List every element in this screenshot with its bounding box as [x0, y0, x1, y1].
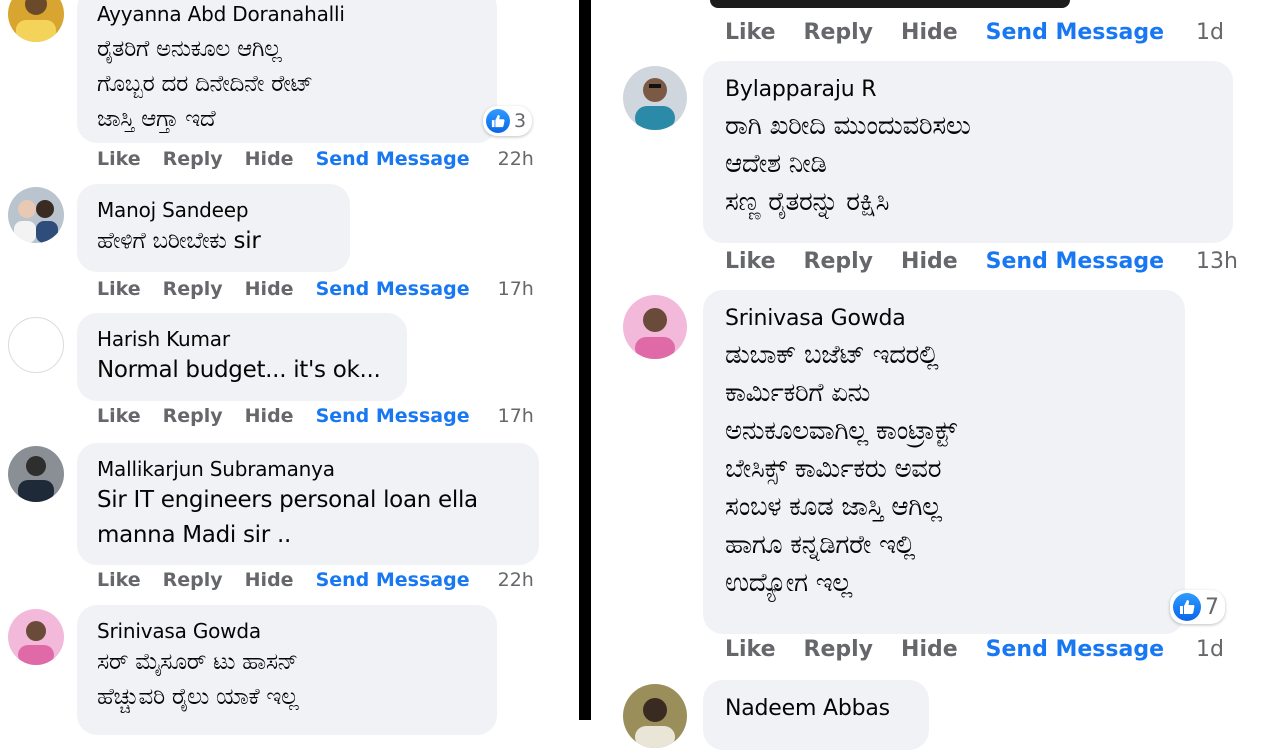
comment-text: ಹೇಳಿಗೆ ಬರೀಬೇಕು sir	[97, 228, 261, 254]
comment-author[interactable]: Manoj Sandeep	[97, 198, 330, 222]
comment-bubble: Mallikarjun Subramanya Sir IT engineers …	[77, 443, 539, 565]
like-button[interactable]: Like	[97, 278, 141, 300]
send-message-button[interactable]: Send Message	[316, 569, 470, 591]
send-message-button[interactable]: Send Message	[316, 278, 470, 300]
comment-actions: Like Reply Hide Send Message 17h	[97, 405, 534, 427]
comment-actions: Like Reply Hide Send Message 17h	[97, 278, 534, 300]
comment-bubble: Manoj Sandeep ಹೇಳಿಗೆ ಬರೀಬೇಕು sir	[77, 184, 350, 272]
reply-button[interactable]: Reply	[804, 637, 874, 662]
reply-button[interactable]: Reply	[163, 405, 223, 427]
like-button[interactable]: Like	[97, 569, 141, 591]
send-message-button[interactable]: Send Message	[986, 249, 1164, 274]
comment-author[interactable]: Harish Kumar	[97, 327, 387, 351]
comment-text: ಸರ್ ಮೈಸೂರ್ ಟು ಹಾಸನ್ ಹೆಚ್ಚುವರಿ ರೈಲು ಯಾಕೆ …	[97, 649, 299, 710]
like-button[interactable]: Like	[97, 148, 141, 170]
comment-actions: Like Reply Hide Send Message 22h	[97, 148, 534, 170]
comment-text: Sir IT engineers personal loan ella mann…	[97, 487, 478, 548]
comment-actions: Like Reply Hide Send Message 13h	[725, 249, 1238, 274]
comment-author[interactable]: Nadeem Abbas	[725, 696, 907, 722]
reply-button[interactable]: Reply	[163, 278, 223, 300]
hide-button[interactable]: Hide	[245, 278, 294, 300]
comment-author[interactable]: Ayyanna Abd Doranahalli	[97, 2, 477, 26]
avatar[interactable]	[623, 684, 687, 748]
send-message-button[interactable]: Send Message	[986, 20, 1164, 45]
hide-button[interactable]: Hide	[245, 148, 294, 170]
attached-image[interactable]	[710, 0, 1070, 8]
comment-text: Normal budget... it's ok...	[97, 357, 381, 383]
like-button[interactable]: Like	[725, 20, 776, 45]
comment-actions: Like Reply Hide Send Message 1d	[725, 20, 1224, 45]
comment-author[interactable]: Bylapparaju R	[725, 77, 1211, 103]
send-message-button[interactable]: Send Message	[316, 148, 470, 170]
comment-actions: Like Reply Hide Send Message 1d	[725, 637, 1224, 662]
comment-text: ಡುಬಾಕ್ ಬಜೆಟ್ ಇದರಲ್ಲಿ ಕಾರ್ಮಿಕರಿಗೆ ಏನು ಅನು…	[725, 340, 957, 598]
reaction-badge[interactable]: 7	[1170, 590, 1225, 624]
like-button[interactable]: Like	[725, 637, 776, 662]
comment-bubble: Nadeem Abbas	[703, 680, 929, 750]
comment-text: ರೈತರಿಗೆ ಅನುಕೂಲ ಆಗಿಲ್ಲ ಗೊಬ್ಬರ ದರ ದಿನೇದಿನೇ…	[97, 36, 313, 132]
hide-button[interactable]: Hide	[245, 405, 294, 427]
reaction-badge[interactable]: 3	[483, 106, 533, 136]
reply-button[interactable]: Reply	[804, 249, 874, 274]
comment-timestamp[interactable]: 17h	[498, 278, 534, 300]
comment-author[interactable]: Srinivasa Gowda	[725, 306, 1163, 332]
comment-author[interactable]: Mallikarjun Subramanya	[97, 457, 519, 481]
reaction-count: 3	[514, 110, 527, 132]
hide-button[interactable]: Hide	[901, 637, 958, 662]
comment-bubble: Srinivasa Gowda ಸರ್ ಮೈಸೂರ್ ಟು ಹಾಸನ್ ಹೆಚ್…	[77, 605, 497, 735]
comment-actions: Like Reply Hide Send Message 22h	[97, 569, 534, 591]
comment-timestamp[interactable]: 22h	[498, 569, 534, 591]
send-message-button[interactable]: Send Message	[986, 637, 1164, 662]
comment-text: ರಾಗಿ ಖರೀದಿ ಮುಂದುವರಿಸಲು ಆದೇಶ ನೀಡಿ ಸಣ್ಣ ರೈ…	[725, 111, 971, 217]
avatar[interactable]	[8, 317, 64, 373]
comment-author[interactable]: Srinivasa Gowda	[97, 619, 477, 643]
reply-button[interactable]: Reply	[163, 569, 223, 591]
like-icon	[1173, 593, 1201, 621]
avatar[interactable]	[8, 187, 64, 243]
avatar[interactable]	[623, 66, 687, 130]
hide-button[interactable]: Hide	[245, 569, 294, 591]
comment-timestamp[interactable]: 13h	[1196, 249, 1238, 274]
comment-timestamp[interactable]: 17h	[498, 405, 534, 427]
reaction-count: 7	[1205, 594, 1219, 620]
avatar[interactable]	[8, 609, 64, 665]
comment-timestamp[interactable]: 1d	[1196, 637, 1224, 662]
like-icon	[486, 109, 510, 133]
comment-timestamp[interactable]: 1d	[1196, 20, 1224, 45]
comment-bubble: Srinivasa Gowda ಡುಬಾಕ್ ಬಜೆಟ್ ಇದರಲ್ಲಿ ಕಾರ…	[703, 290, 1185, 634]
like-button[interactable]: Like	[725, 249, 776, 274]
comment-bubble: Harish Kumar Normal budget... it's ok...	[77, 313, 407, 401]
comment-bubble: Bylapparaju R ರಾಗಿ ಖರೀದಿ ಮುಂದುವರಿಸಲು ಆದೇ…	[703, 61, 1233, 243]
hide-button[interactable]: Hide	[901, 249, 958, 274]
avatar[interactable]	[623, 295, 687, 359]
avatar[interactable]	[8, 446, 64, 502]
hide-button[interactable]: Hide	[901, 20, 958, 45]
like-button[interactable]: Like	[97, 405, 141, 427]
avatar[interactable]	[8, 0, 64, 42]
reply-button[interactable]: Reply	[163, 148, 223, 170]
reply-button[interactable]: Reply	[804, 20, 874, 45]
comment-bubble: Ayyanna Abd Doranahalli ರೈತರಿಗೆ ಅನುಕೂಲ ಆ…	[77, 0, 497, 143]
send-message-button[interactable]: Send Message	[316, 405, 470, 427]
panel-divider	[579, 0, 591, 720]
comment-timestamp[interactable]: 22h	[498, 148, 534, 170]
